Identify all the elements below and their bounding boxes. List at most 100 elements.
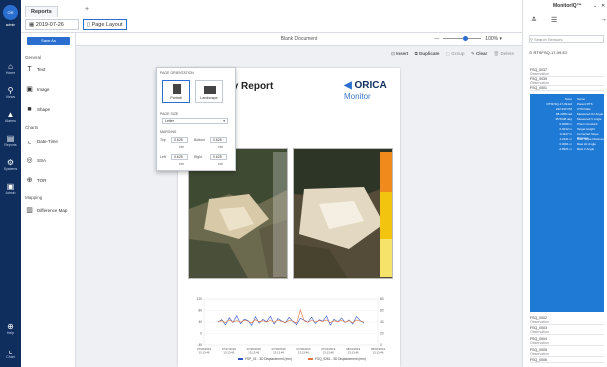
element-label: Shape (37, 107, 51, 112)
margin-bottom-input[interactable]: 0.625 (210, 137, 227, 143)
chevron-down-icon[interactable]: ⌄ (593, 3, 597, 9)
sensor-detail-value: 2.2441 m (559, 137, 572, 141)
sensor-entry[interactable]: FSQ_0004 Observation (530, 337, 604, 346)
selected-sensor-header[interactable]: ⊙ RTSFSQ-17-09-E2 (529, 50, 604, 63)
text-icon: T (27, 66, 32, 73)
list-icon[interactable]: ☰ (551, 16, 557, 24)
nav-item-reports[interactable]: ▤ Reports (0, 134, 21, 147)
nav-item-home[interactable]: ⌂ Home (0, 62, 21, 75)
sensor-entry[interactable]: FSQ_0003 Observation (530, 326, 604, 335)
page-size-select[interactable]: Letter ▾ (162, 118, 228, 124)
x-tick-label: 13:13:46 (248, 351, 259, 355)
y-tick-label-right: 40 (380, 320, 384, 324)
save-as-button[interactable]: Save As (27, 37, 70, 45)
margin-top-label: Top (160, 138, 166, 142)
landscape-option[interactable]: Landscape (195, 80, 223, 103)
sensor-search-input[interactable]: ⚲ Search Sensors (529, 35, 604, 43)
group-button[interactable]: ▢ Group (446, 51, 465, 56)
section-charts: Charts (25, 125, 39, 130)
page-layout-popup: PAGE ORIENTATION Portrait Landscape PAGE… (156, 67, 236, 171)
margin-right-input[interactable]: 0.625 (210, 154, 227, 160)
sensor-entry[interactable]: FSQ_0002 Observation (530, 316, 604, 325)
sensor-entry-type: Observation (530, 81, 549, 85)
zoom-slider[interactable] (443, 36, 482, 42)
element-datetime[interactable]: ⌞ Date-Time (25, 136, 73, 148)
sensor-detail-value: 88.4359 rad (555, 112, 572, 116)
admin-icon: ▣ (6, 182, 15, 191)
orica-logo-icon: ◀ (344, 80, 352, 91)
sensor-entry[interactable]: FSQ_0037 Observation (530, 68, 604, 77)
clear-button[interactable]: ✎ Clear (471, 51, 487, 56)
insert-label: Insert (396, 51, 409, 56)
sensor-entry[interactable]: FSQ_0006 (530, 358, 604, 363)
element-shape[interactable]: ■ Shape (25, 104, 73, 116)
y-tick-label-left: 40 (198, 320, 202, 324)
sensor-detail-value: -2.8921 m (558, 147, 572, 151)
sensor-entry[interactable]: FSQ_0001 (530, 86, 604, 91)
zoom-control[interactable]: —100% ▾ (434, 33, 502, 46)
nav-item-systems[interactable]: ⚙ Systems (0, 158, 21, 171)
sensor-entry-name: FSQ_0006 (530, 358, 547, 362)
margin-top-unit: cm (179, 145, 184, 149)
user-name: admin (5, 23, 16, 27)
nav-item-admin[interactable]: ▣ Admin (0, 182, 21, 195)
sensor-detail-label: UTM Date (577, 107, 591, 111)
landscape-label: Landscape (200, 96, 218, 100)
displacement-chart[interactable]: 120 80 40 0 -40 80 60 40 20 0 07/26/2019 13:13:46 07… (188, 295, 393, 364)
zoom-out-icon[interactable]: — (434, 36, 439, 42)
duplicate-button[interactable]: ⧉ Duplicate (415, 51, 440, 56)
datetime-picker[interactable]: ▦ 2019-07-26 15:15 ▾ (25, 19, 79, 39)
collapse-icon[interactable]: → (600, 16, 607, 23)
element-tor[interactable]: ⊕ TOR (25, 175, 73, 187)
element-ssa[interactable]: ◎ SSA (25, 155, 73, 167)
x-tick-label: 13:13:46 (373, 351, 384, 355)
sensor-entry[interactable]: FSQ_0005 Observation (530, 348, 604, 357)
nav-item-label: Systems (3, 167, 18, 171)
sensor-detail-label: Name (577, 97, 586, 101)
nav-item-label: Chart (6, 355, 15, 359)
logo-sub: Monitor (344, 92, 371, 101)
y-tick-label-left: 0 (200, 332, 202, 336)
work-area: Blank Document — 100% ▾ ⊡ Insert ⧉ Duplic… (76, 33, 522, 367)
delete-button[interactable]: 🗑 Delete (494, 51, 514, 56)
margin-top-input[interactable]: 0.625 (171, 137, 188, 143)
margin-left-input[interactable]: 0.625 (171, 154, 188, 160)
legend-swatch (308, 358, 313, 360)
main-nav: OR admin ⌂ Home ⚲ Views ▲ Alarms ▤ Reports ⚙… (0, 0, 21, 367)
sensor-entry[interactable]: FSQ_0039 Observation (530, 77, 604, 86)
user-avatar[interactable]: OR (3, 5, 18, 20)
sensor-entry-type: Observation (530, 330, 549, 334)
difference-map-right[interactable] (293, 148, 393, 279)
sensor-detail-value: 45.5348 deg (555, 117, 572, 121)
nav-item-alarms[interactable]: ▲ Alarms (0, 110, 21, 123)
close-icon[interactable]: ✕ (601, 3, 605, 9)
alarm-icon: ▲ (6, 110, 15, 119)
clear-label: Clear (475, 51, 488, 56)
reports-icon: ▤ (6, 134, 15, 143)
portrait-option[interactable]: Portrait (162, 80, 190, 103)
filter-icon[interactable]: ≛ (531, 16, 537, 24)
nav-item-label: Home (5, 71, 16, 75)
insert-button[interactable]: ⊡ Insert (391, 51, 408, 56)
document-title: Blank Document (280, 36, 318, 42)
duplicate-label: Duplicate (419, 51, 440, 56)
element-difference-map[interactable]: ▥ Difference Map (25, 205, 73, 217)
nav-item-help[interactable]: ⊕ Help (0, 322, 21, 335)
margin-right-unit: cm (218, 162, 223, 166)
tab-reports[interactable]: Reports (25, 6, 58, 17)
nav-item-views[interactable]: ⚲ Views (0, 86, 21, 99)
element-image[interactable]: ▣ Image (25, 84, 73, 96)
nav-item-chart[interactable]: ⌞ Chart (0, 346, 21, 359)
element-label: TOR (37, 178, 47, 183)
chevron-down-icon: ▾ (223, 119, 225, 123)
ssa-icon: ◎ (26, 157, 33, 164)
page-layout-dropdown[interactable]: ▯ Page Layout ▾ (83, 19, 127, 39)
document-tools: ⊡ Insert ⧉ Duplicate ▢ Group ✎ Clear 🗑 D… (386, 51, 514, 57)
x-tick-label: 13:13:46 (273, 351, 284, 355)
nav-item-label: Views (5, 95, 16, 99)
systems-icon: ⚙ (6, 158, 15, 167)
add-tab-icon[interactable]: + (85, 6, 89, 13)
section-mapping: Mapping (25, 195, 43, 200)
element-text[interactable]: T Text (25, 64, 73, 76)
sensor-entry-type: Observation (530, 320, 549, 324)
